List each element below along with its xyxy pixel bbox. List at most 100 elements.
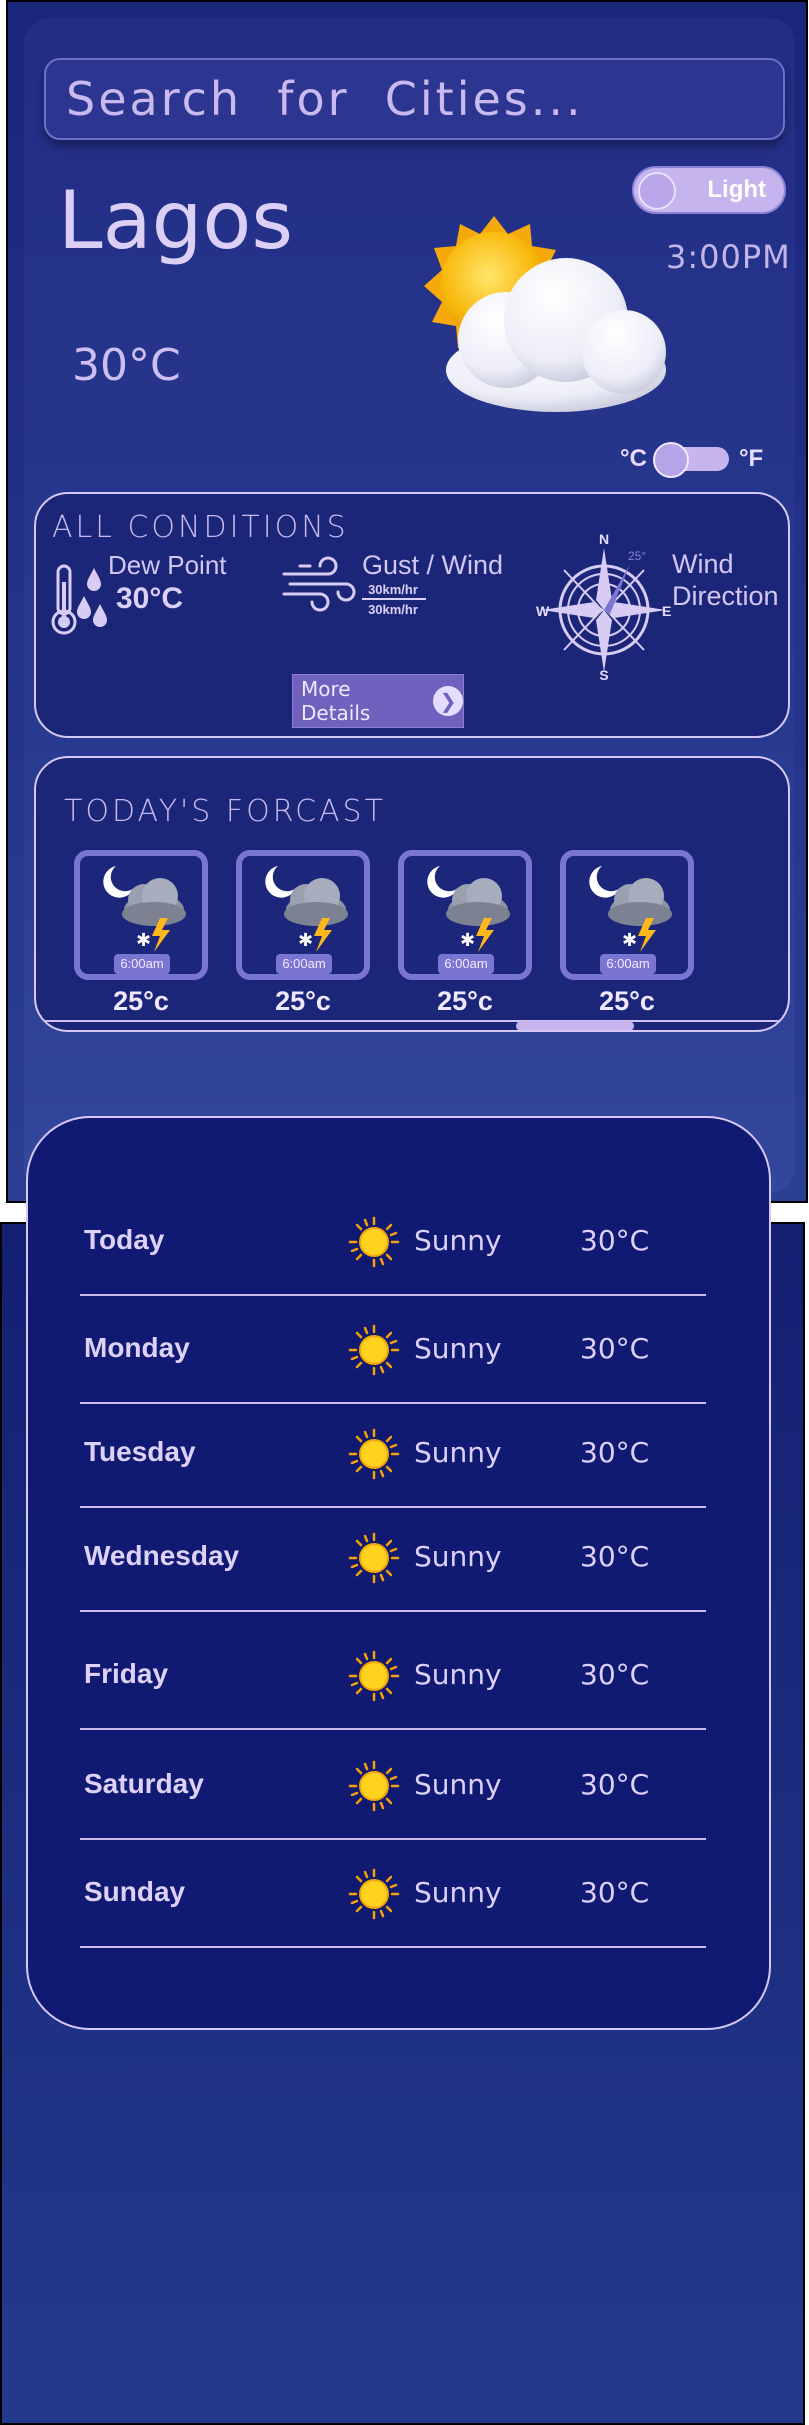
wind-direction-label: Wind Direction bbox=[672, 548, 779, 612]
night-thunder-snow-icon: ✱ bbox=[589, 866, 672, 952]
compass-east: E bbox=[662, 603, 671, 619]
gust-wind-label: Gust / Wind bbox=[362, 550, 504, 580]
day-condition: Sunny bbox=[414, 1876, 502, 1909]
forecast-temp: 25°c bbox=[437, 986, 493, 1016]
list-item[interactable]: Wednesday Sunny 30°C bbox=[80, 1506, 706, 1612]
row-divider bbox=[80, 1728, 706, 1730]
current-weather-screen: Lagos 30°C Light 3:00PM °C °F bbox=[6, 0, 808, 1203]
forecast-temp: 25°c bbox=[275, 986, 331, 1016]
wind-direction-label-line1: Wind bbox=[672, 549, 734, 579]
list-item[interactable]: Tuesday Sunny 30°C bbox=[80, 1402, 706, 1508]
compass-north: N bbox=[599, 531, 609, 547]
compass-south: S bbox=[599, 667, 608, 682]
fahrenheit-label: °F bbox=[738, 445, 764, 472]
day-temperature: 30°C bbox=[580, 1876, 650, 1909]
theme-toggle-label: Light bbox=[707, 176, 766, 203]
svg-text:✱: ✱ bbox=[298, 930, 313, 951]
sun-icon bbox=[348, 1650, 400, 1702]
sun-icon bbox=[348, 1868, 400, 1920]
day-temperature: 30°C bbox=[580, 1658, 650, 1691]
list-item[interactable]: Saturday Sunny 30°C bbox=[80, 1734, 706, 1840]
day-name: Friday bbox=[84, 1658, 169, 1689]
sun-icon bbox=[348, 1324, 400, 1376]
sun-icon bbox=[348, 1428, 400, 1480]
search-input[interactable] bbox=[66, 72, 783, 126]
svg-text:✱: ✱ bbox=[622, 930, 637, 951]
local-time: 3:00PM bbox=[666, 238, 791, 276]
sun-icon bbox=[348, 1760, 400, 1812]
forecast-scrollbar[interactable] bbox=[516, 1021, 634, 1030]
forecast-time: 6:00am bbox=[276, 954, 332, 974]
day-temperature: 30°C bbox=[580, 1540, 650, 1573]
unit-slider[interactable] bbox=[652, 442, 729, 478]
svg-text:✱: ✱ bbox=[460, 930, 475, 951]
sun-behind-cloud-icon bbox=[424, 216, 666, 412]
night-thunder-snow-icon: ✱ bbox=[103, 866, 186, 952]
all-conditions-panel: ALL CONDITIONS Dew Point 30°C Gust / Win… bbox=[34, 492, 790, 738]
svg-text:✱: ✱ bbox=[136, 930, 151, 951]
list-item[interactable]: Monday Sunny 30°C bbox=[80, 1298, 706, 1404]
list-item[interactable]: Today Sunny 30°C bbox=[80, 1190, 706, 1296]
list-item[interactable]: Sunday Sunny 30°C bbox=[80, 1842, 706, 1948]
toggle-knob[interactable] bbox=[638, 172, 676, 210]
wind-direction-label-line2: Direction bbox=[672, 581, 779, 611]
day-name: Sunday bbox=[84, 1876, 186, 1907]
row-divider bbox=[80, 1838, 706, 1840]
row-divider bbox=[80, 1610, 706, 1612]
day-name: Tuesday bbox=[84, 1436, 196, 1467]
list-item[interactable]: Friday Sunny 30°C bbox=[80, 1624, 706, 1730]
gust-divider bbox=[362, 598, 426, 600]
day-condition: Sunny bbox=[414, 1436, 502, 1469]
day-name: Wednesday bbox=[84, 1540, 240, 1571]
forecast-card[interactable]: ✱ 6:00am bbox=[398, 850, 532, 980]
compass-icon: N S W E 25° bbox=[536, 531, 671, 682]
day-condition: Sunny bbox=[414, 1768, 502, 1801]
day-temperature: 30°C bbox=[580, 1436, 650, 1469]
sun-icon bbox=[348, 1216, 400, 1268]
day-condition: Sunny bbox=[414, 1540, 502, 1573]
row-divider bbox=[80, 1294, 706, 1296]
day-condition: Sunny bbox=[414, 1224, 502, 1257]
gust-value: 30km/hr bbox=[368, 582, 418, 597]
forecast-card[interactable]: ✱ 6:00am bbox=[236, 850, 370, 980]
compass-west: W bbox=[536, 603, 550, 619]
theme-toggle[interactable]: Light bbox=[632, 166, 786, 214]
forecast-time: 6:00am bbox=[114, 954, 170, 974]
day-name: Monday bbox=[84, 1332, 190, 1363]
night-thunder-snow-icon: ✱ bbox=[427, 866, 510, 952]
wind-icon bbox=[282, 556, 356, 612]
dew-point-value: 30°C bbox=[116, 582, 184, 615]
forecast-time: 6:00am bbox=[438, 954, 494, 974]
forecast-temp: 25°c bbox=[599, 986, 655, 1016]
conditions-title: ALL CONDITIONS bbox=[52, 510, 349, 545]
day-name: Today bbox=[84, 1224, 165, 1255]
forecast-title: TODAY'S FORCAST bbox=[64, 794, 386, 829]
forecast-card[interactable]: ✱ 6:00am bbox=[560, 850, 694, 980]
forecast-card[interactable]: ✱ 6:00am bbox=[74, 850, 208, 980]
dew-point-label: Dew Point bbox=[108, 550, 227, 580]
forecast-scroll-track bbox=[36, 1020, 788, 1022]
current-temperature: 30°C bbox=[72, 340, 181, 391]
todays-forecast-panel[interactable]: TODAY'S FORCAST ✱ 6:00am 25°c ✱ 6:00am 25°c ✱ 6… bbox=[34, 756, 790, 1032]
unit-toggle[interactable]: °C °F bbox=[620, 440, 790, 478]
forecast-temp: 25°c bbox=[113, 986, 169, 1016]
wind-degrees: 25° bbox=[628, 549, 646, 563]
day-condition: Sunny bbox=[414, 1658, 502, 1691]
search-bar[interactable] bbox=[44, 58, 785, 140]
night-thunder-snow-icon: ✱ bbox=[265, 866, 348, 952]
sun-icon bbox=[348, 1532, 400, 1584]
more-details-label: More Details bbox=[301, 677, 371, 725]
thermometer-drops-icon bbox=[51, 564, 107, 635]
day-name: Saturday bbox=[84, 1768, 204, 1799]
chevron-right-icon: ❯ bbox=[433, 686, 463, 716]
celsius-label: °C bbox=[620, 445, 647, 472]
forecast-time: 6:00am bbox=[600, 954, 656, 974]
day-temperature: 30°C bbox=[580, 1224, 650, 1257]
day-temperature: 30°C bbox=[580, 1332, 650, 1365]
row-divider bbox=[80, 1946, 706, 1948]
day-condition: Sunny bbox=[414, 1332, 502, 1365]
wind-value: 30km/hr bbox=[368, 602, 418, 617]
day-temperature: 30°C bbox=[580, 1768, 650, 1801]
more-details-button[interactable]: More Details ❯ bbox=[292, 674, 464, 728]
city-name: Lagos bbox=[58, 174, 293, 267]
